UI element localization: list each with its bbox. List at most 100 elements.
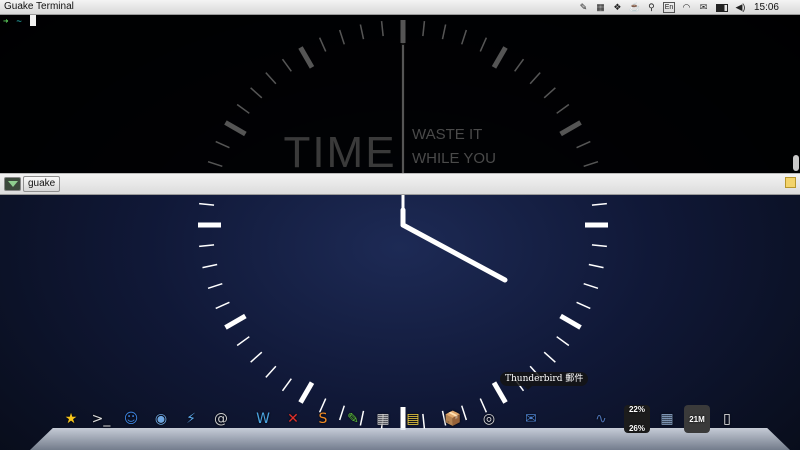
dock-item-chrome[interactable]: ◉ [148, 405, 174, 433]
input-method-icon[interactable]: En [662, 1, 675, 13]
memory-icon: 21M [689, 415, 705, 424]
wallpaper-line-1: WASTE IT [412, 126, 482, 143]
clock-tick [207, 160, 223, 168]
edit-icon: ✎ [347, 411, 359, 427]
app-title[interactable]: Guake Terminal [4, 1, 74, 12]
clock-tick [250, 351, 263, 363]
search-icon[interactable]: ⚲ [646, 2, 657, 12]
wallpaper-line-2: WHILE YOU [412, 150, 496, 167]
volume-icon[interactable]: ◀) [735, 2, 746, 12]
dropbox-icon[interactable]: ❖ [612, 2, 623, 12]
cup-icon[interactable]: ☕ [629, 2, 640, 12]
terminal-icon: >_ [91, 411, 111, 427]
clock-tick [359, 24, 365, 40]
clock-tick [556, 336, 570, 347]
dock-item-document[interactable]: ▯ [714, 405, 740, 433]
wifi-icon[interactable]: ◠ [681, 2, 692, 12]
wps-icon: W [256, 411, 270, 427]
dock-item-notes-editor[interactable]: ✎ [340, 405, 366, 433]
menubar-clock[interactable]: 15:06 [754, 2, 779, 13]
dock-item-cpu-widget[interactable]: 22% 26% [624, 405, 650, 433]
disc-icon: ◎ [482, 411, 496, 427]
clock-tick [591, 244, 607, 248]
package-icon: 📦 [444, 411, 462, 427]
lightning-icon: ⚡ [186, 411, 196, 427]
spaces-icon: ▦ [660, 411, 674, 427]
clock-tick [576, 301, 591, 310]
clock-tick [441, 24, 447, 40]
clock-tick [583, 282, 599, 290]
tab-guake[interactable]: guake [23, 176, 61, 192]
clock-tick [556, 103, 570, 114]
battery-icon[interactable] [715, 2, 729, 12]
dock-item-mail-stamp[interactable]: @ [208, 405, 234, 433]
clock-tick [543, 351, 556, 363]
shell-prompt: ➜ ~ [3, 15, 36, 28]
clock-tick [215, 140, 230, 149]
dock-item-finder[interactable]: ☺ [118, 405, 144, 433]
monitor-icon: ∿ [595, 411, 607, 427]
mail-icon[interactable]: ✉ [698, 2, 709, 12]
dock-item-thunder[interactable]: ⚡ [178, 405, 204, 433]
menu-bar: Guake Terminal ✎ ▦ ❖ ☕ ⚲ En ◠ ✉ ◀) 15:06 [0, 0, 800, 15]
dock-item-memory-widget[interactable]: 21M [684, 405, 710, 433]
status-tray: ✎ ▦ ❖ ☕ ⚲ En ◠ ✉ ◀) 15:06 [578, 0, 796, 14]
clock-tick [199, 244, 215, 248]
calculator-icon: ▦ [376, 411, 390, 427]
guake-tab-bar: guake [0, 173, 800, 195]
widget-reading: 26% [628, 424, 645, 433]
dock-item-activity-monitor[interactable]: ∿ [588, 405, 614, 433]
clock-tick [583, 160, 599, 168]
clock-tick [491, 46, 508, 69]
chrome-icon: ◉ [154, 411, 168, 427]
dock-item-spaces[interactable]: ▦ [654, 405, 680, 433]
dock-item-stickies[interactable]: ▤ [400, 405, 426, 433]
widget-reading: 21M [689, 414, 705, 424]
clock-tick [380, 21, 384, 37]
clock-tick [338, 29, 346, 45]
clock-tick [559, 313, 582, 330]
terminal-pane[interactable]: TIME WASTE IT WHILE YOU ➜ ~ [0, 15, 800, 173]
gauge-icon: 22% 26% [629, 405, 645, 433]
clock-hand [400, 222, 508, 283]
clock-tick [588, 263, 604, 269]
clock-tick [479, 37, 488, 52]
edit-icon[interactable]: ✎ [578, 2, 589, 12]
dock-item-dvd-player[interactable]: ◎ [476, 405, 502, 433]
clock-tick [591, 202, 607, 206]
dock-item-installer[interactable]: 📦 [440, 405, 466, 433]
sublime-icon: S [318, 411, 328, 427]
xmind-icon: ✕ [287, 411, 299, 427]
clock-tick [422, 21, 426, 37]
dock-item-xmind[interactable]: ✕ [280, 405, 306, 433]
clock-tick [529, 72, 541, 85]
dock-item-wps[interactable]: W [250, 405, 276, 433]
terminal-scrollbar[interactable] [793, 155, 799, 171]
sticky-note-icon: ▤ [406, 411, 420, 427]
document-icon: ▯ [723, 411, 731, 427]
add-tab-icon[interactable] [4, 177, 21, 191]
clock-tick [250, 87, 263, 99]
clock-tick [281, 378, 292, 392]
wallpaper-time-word: TIME [283, 128, 396, 173]
grid-icon[interactable]: ▦ [595, 2, 606, 12]
clock-tick [207, 282, 223, 290]
dock-item-sublime[interactable]: S [310, 405, 336, 433]
dock-item-terminal[interactable]: >_ [88, 405, 114, 433]
dock-tooltip: Thunderbird 郵件 [500, 372, 589, 390]
clock-tick [298, 381, 315, 404]
clock-tick [281, 58, 292, 72]
apple-icon[interactable] [785, 2, 796, 12]
note-icon[interactable] [785, 177, 796, 188]
prompt-arrow: ➜ [3, 17, 9, 27]
thunderbird-icon: ✉ [525, 411, 537, 427]
dock-item-thunderbird[interactable]: ✉ [518, 405, 544, 433]
prompt-directory: ~ [16, 17, 22, 27]
text-cursor [29, 15, 36, 26]
clock-tick [199, 202, 215, 206]
at-icon: @ [214, 411, 228, 427]
dock-item-calculator[interactable]: ▦ [370, 405, 396, 433]
clock-tick [514, 58, 525, 72]
dock-item-favorites[interactable]: ★ [58, 405, 84, 433]
clock-tick [215, 301, 230, 310]
